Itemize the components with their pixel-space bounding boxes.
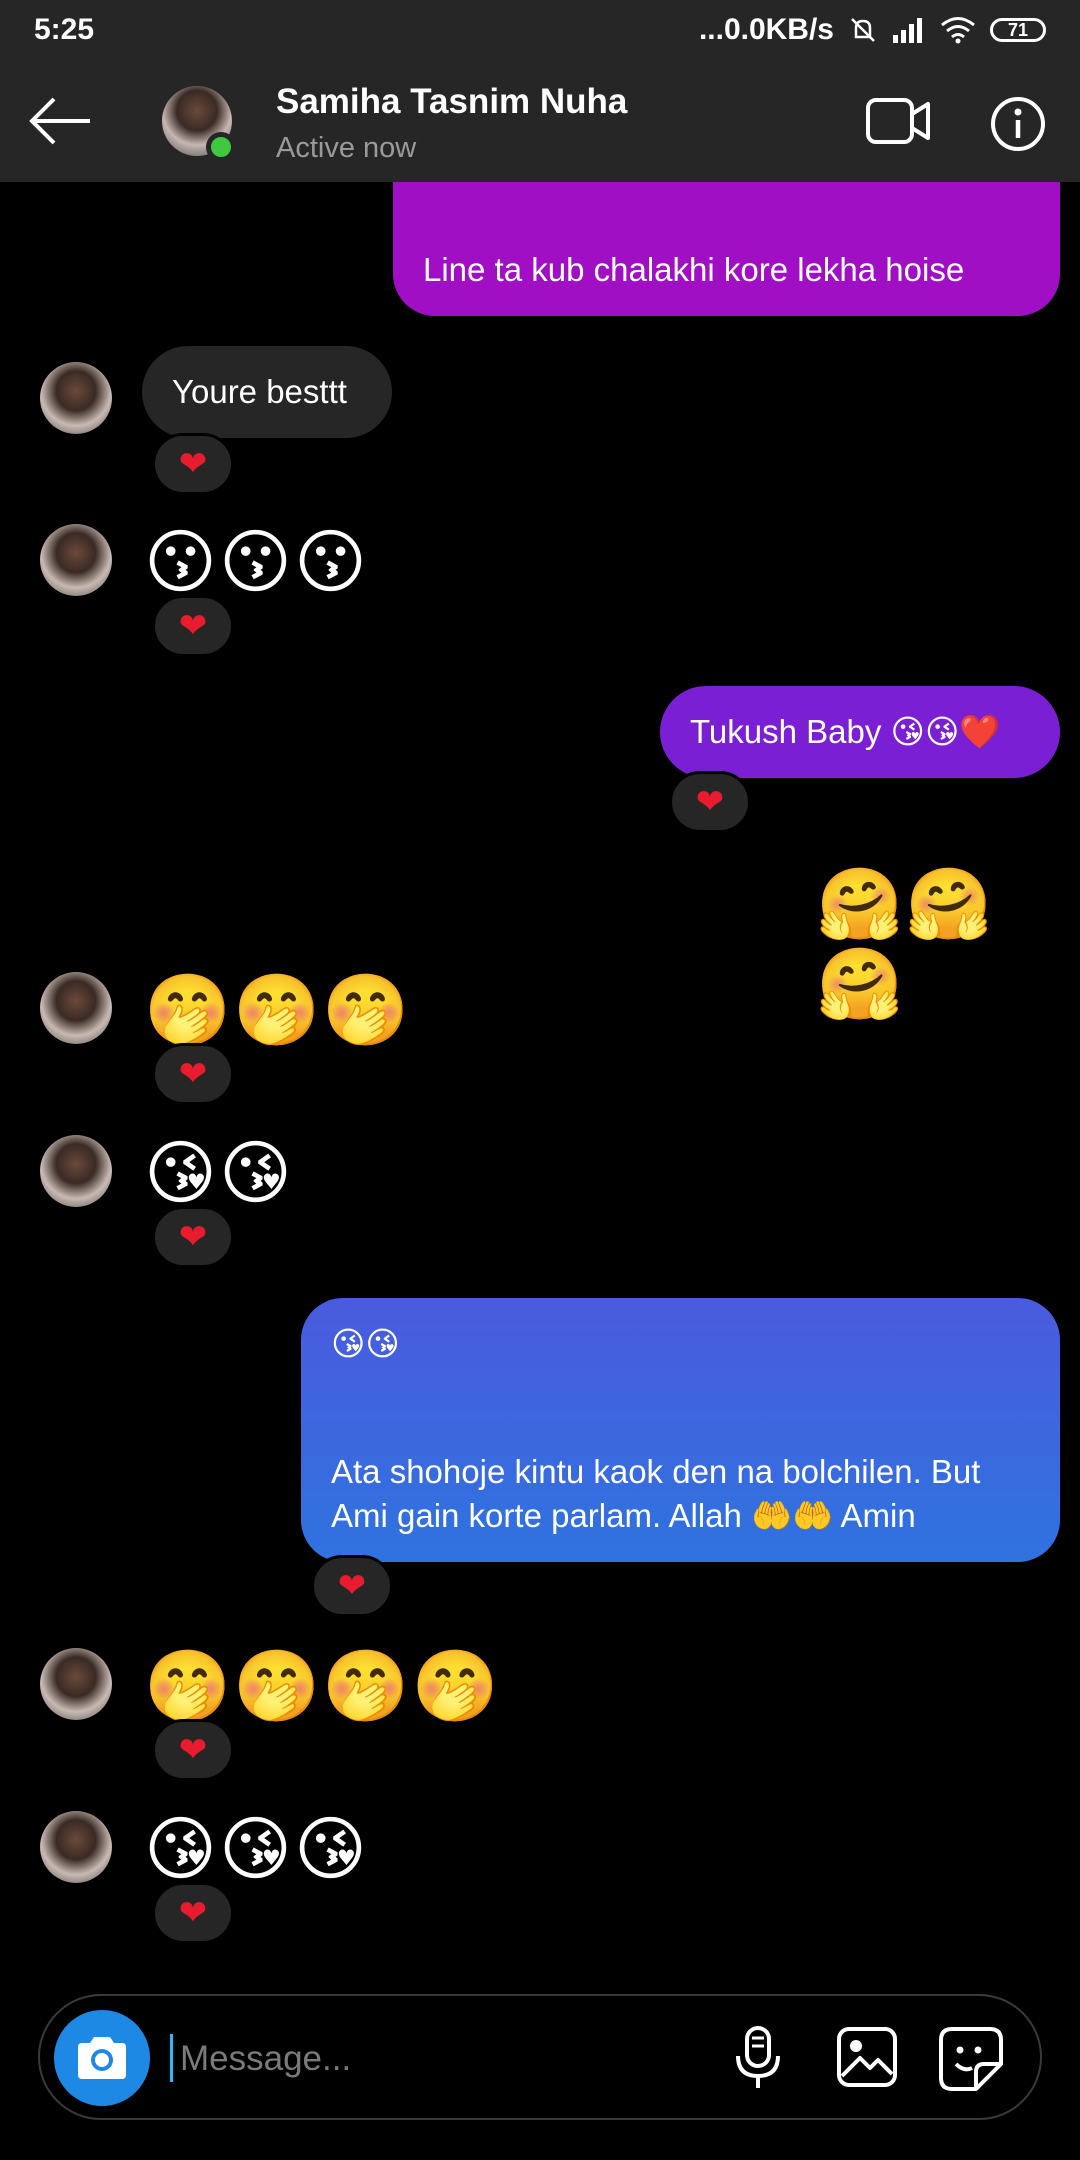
signal-icon bbox=[893, 18, 922, 43]
battery-level: 71 bbox=[1007, 19, 1029, 40]
chat-header: Samiha Tasnim Nuha Active now bbox=[0, 60, 1080, 182]
heart-reaction[interactable]: ❤ bbox=[152, 1043, 234, 1105]
heart-reaction[interactable]: ❤ bbox=[152, 1719, 234, 1781]
emoji-message[interactable]: 😘😘😘 bbox=[144, 1809, 369, 1889]
emoji-message[interactable]: 🤗🤗🤗 bbox=[816, 864, 1080, 1024]
gallery-icon[interactable] bbox=[836, 2026, 898, 2088]
sender-avatar[interactable] bbox=[40, 1648, 112, 1720]
message-text: Tukush Baby 😘😘❤️ bbox=[690, 713, 1001, 750]
emoji-message[interactable]: 🤭🤭🤭 bbox=[144, 970, 411, 1050]
received-message-bubble[interactable]: Youre besttt bbox=[142, 346, 392, 438]
heart-icon: ❤ bbox=[178, 1055, 208, 1093]
heart-icon: ❤ bbox=[178, 1894, 208, 1932]
heart-reaction[interactable]: ❤ bbox=[152, 433, 234, 495]
sender-avatar[interactable] bbox=[40, 1811, 112, 1883]
sticker-icon[interactable] bbox=[938, 2026, 1004, 2092]
sender-avatar[interactable] bbox=[40, 1135, 112, 1207]
sender-avatar[interactable] bbox=[40, 524, 112, 596]
heart-icon: ❤ bbox=[337, 1567, 367, 1605]
back-arrow-icon[interactable] bbox=[28, 96, 94, 146]
message-text: 😘😘 bbox=[331, 1325, 400, 1362]
online-indicator bbox=[206, 132, 236, 162]
active-status: Active now bbox=[276, 132, 417, 164]
chat-screen: 5:25 ...0.0KB/s 71 Samiha Tasnim Nuha Ac… bbox=[0, 0, 1080, 2160]
status-time: 5:25 bbox=[34, 13, 95, 46]
sender-avatar[interactable] bbox=[40, 972, 112, 1044]
status-bar: 5:25 ...0.0KB/s 71 bbox=[0, 0, 1080, 60]
sent-message-bubble[interactable]: Line ta kub chalakhi kore lekha hoise bbox=[393, 182, 1060, 316]
heart-reaction[interactable]: ❤ bbox=[152, 1206, 234, 1268]
heart-icon: ❤ bbox=[695, 783, 725, 821]
heart-reaction[interactable]: ❤ bbox=[669, 771, 751, 833]
message-text: Youre besttt bbox=[172, 373, 347, 410]
message-text: Ata shohoje kintu kaok den na bolchilen.… bbox=[331, 1453, 981, 1490]
emoji-message[interactable]: 🤭🤭🤭🤭 bbox=[144, 1646, 501, 1726]
heart-reaction[interactable]: ❤ bbox=[152, 595, 234, 657]
mute-icon bbox=[851, 18, 875, 42]
emoji-message[interactable]: 😘😘 bbox=[144, 1133, 294, 1213]
heart-reaction[interactable]: ❤ bbox=[311, 1555, 393, 1617]
heart-icon: ❤ bbox=[178, 1218, 208, 1256]
heart-icon: ❤ bbox=[178, 1731, 208, 1769]
info-icon[interactable] bbox=[990, 96, 1046, 152]
message-text: Ami gain korte parlam. Allah 🤲🤲 Amin bbox=[331, 1497, 916, 1534]
text-caret bbox=[170, 2034, 173, 2082]
message-input[interactable] bbox=[178, 2024, 742, 2094]
sender-avatar[interactable] bbox=[40, 362, 112, 434]
video-call-icon[interactable] bbox=[866, 96, 930, 146]
contact-name[interactable]: Samiha Tasnim Nuha bbox=[276, 82, 627, 122]
network-speed: ...0.0KB/s bbox=[698, 13, 834, 46]
emoji-message[interactable]: 😗😗😗 bbox=[144, 522, 369, 602]
sent-message-bubble[interactable]: 😘😘 Ata shohoje kintu kaok den na bolchil… bbox=[301, 1298, 1060, 1562]
wifi-icon bbox=[941, 17, 975, 44]
camera-icon bbox=[78, 2037, 126, 2079]
camera-button[interactable] bbox=[54, 2010, 150, 2106]
microphone-icon[interactable] bbox=[730, 2026, 786, 2092]
message-text: Line ta kub chalakhi kore lekha hoise bbox=[423, 251, 965, 288]
battery-icon: 71 bbox=[990, 18, 1046, 42]
heart-icon: ❤ bbox=[178, 445, 208, 483]
heart-icon: ❤ bbox=[178, 607, 208, 645]
message-composer bbox=[38, 1994, 1042, 2120]
sent-message-bubble[interactable]: Tukush Baby 😘😘❤️ bbox=[660, 686, 1060, 778]
heart-reaction[interactable]: ❤ bbox=[152, 1882, 234, 1944]
status-icons: ...0.0KB/s 71 bbox=[699, 13, 1046, 47]
